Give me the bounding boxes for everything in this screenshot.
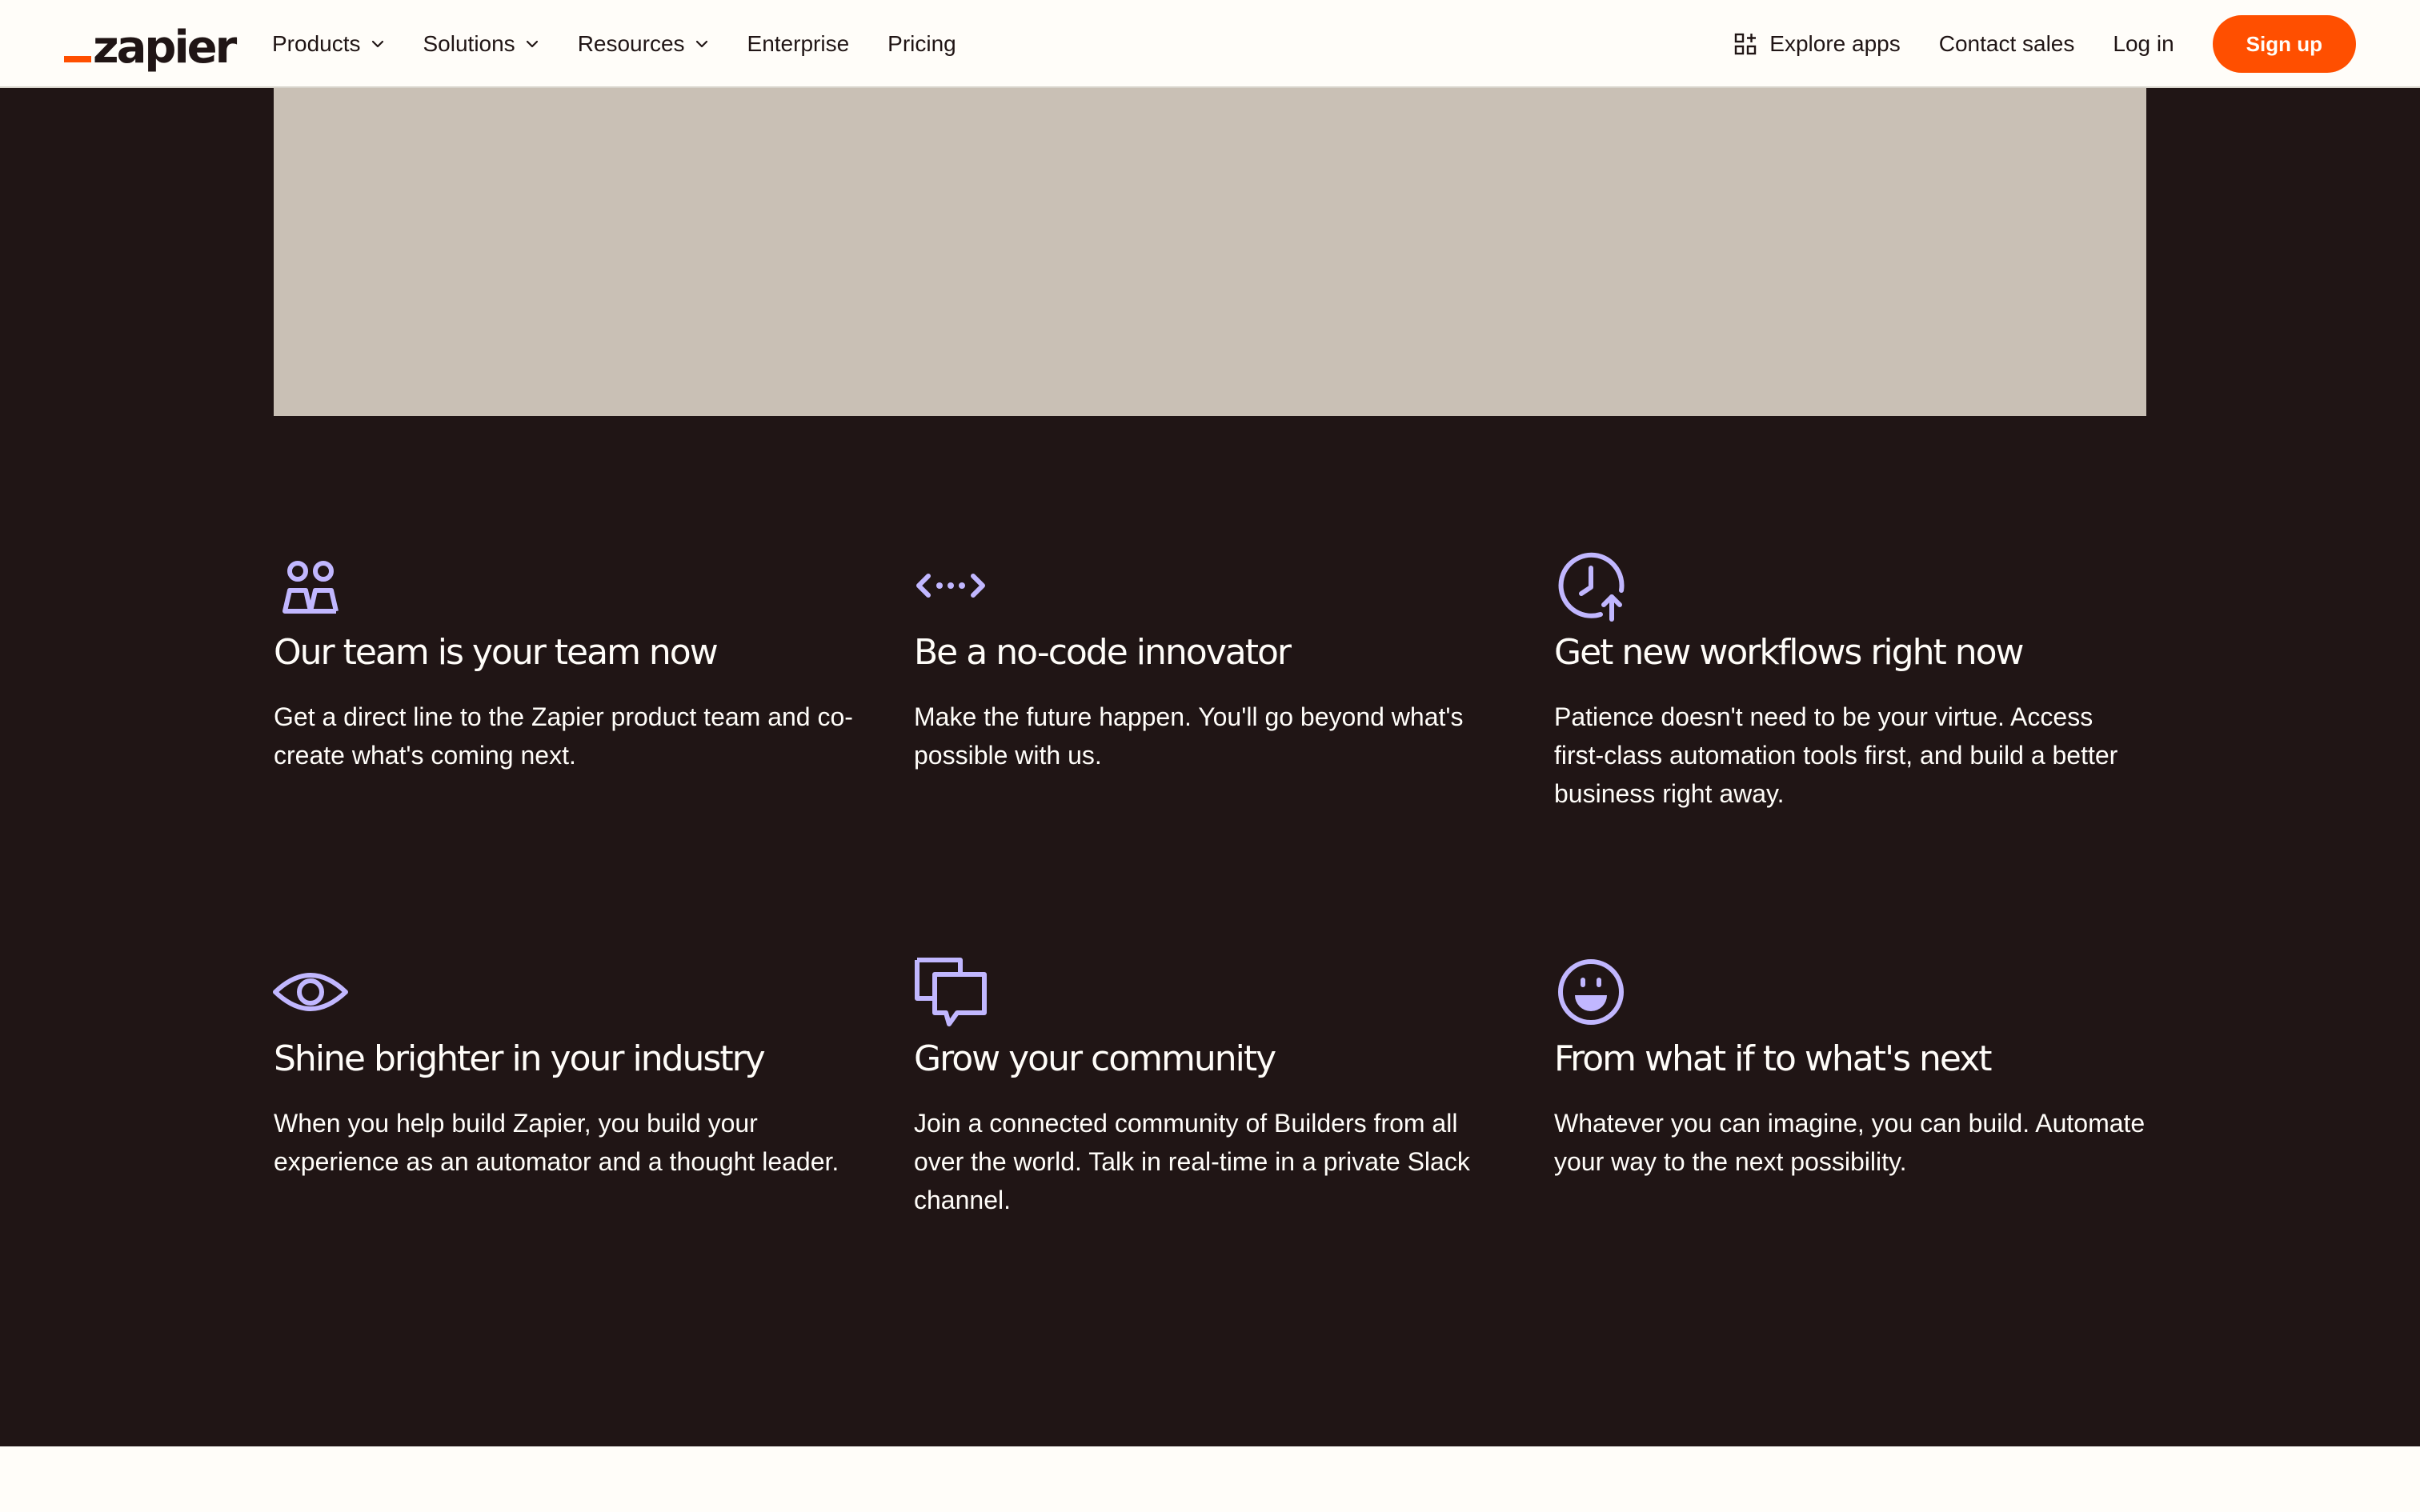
feature-description: Whatever you can imagine, you can build.…	[1554, 1109, 2146, 1176]
feature-card: Our team is your team now Get a direct l…	[274, 546, 882, 774]
site-header: zapier Products Solutions Resources Ente…	[0, 0, 2420, 88]
chevron-down-icon	[526, 40, 538, 48]
feature-card: From what if to what's next Whatever you…	[1554, 952, 2162, 1181]
feature-card: Grow your community Join a connected com…	[914, 952, 1522, 1219]
feature-description: Get a direct line to the Zapier product …	[274, 702, 853, 770]
feature-description: Join a connected community of Builders f…	[914, 1109, 1470, 1214]
feature-description: Make the future happen. You'll go beyond…	[914, 702, 1464, 770]
header-actions: Explore apps Contact sales Log in Sign u…	[1734, 0, 2356, 88]
nav-resources-label: Resources	[577, 31, 685, 56]
feature-description: Patience doesn't need to be your virtue.…	[1554, 702, 2118, 808]
nav-products[interactable]: Products	[272, 31, 385, 57]
feature-title: From what if to what's next	[1554, 1038, 1993, 1079]
clock-arrow-icon	[1558, 552, 1625, 622]
eye-icon	[273, 973, 348, 1011]
team-icon	[282, 561, 339, 614]
apps-grid-icon	[1735, 33, 1757, 55]
main-nav: Products Solutions Resources Enterprise …	[272, 0, 995, 88]
feature-card: Be a no-code innovator Make the future h…	[914, 546, 1522, 774]
feature-description: When you help build Zapier, you build yo…	[274, 1109, 839, 1176]
code-icon	[916, 574, 985, 598]
feature-title: Grow your community	[914, 1038, 1276, 1079]
zapier-logo[interactable]: zapier	[64, 14, 237, 74]
page-bottom-strip	[0, 1446, 2420, 1512]
feature-title: Be a no-code innovator	[914, 632, 1292, 673]
chat-icon	[915, 958, 987, 1026]
chevron-down-icon	[371, 40, 383, 48]
nav-solutions-label: Solutions	[423, 31, 515, 56]
chevron-down-icon	[695, 40, 707, 48]
nav-solutions[interactable]: Solutions	[423, 31, 539, 57]
feature-title: Our team is your team now	[274, 632, 719, 673]
logo-dash	[64, 56, 91, 62]
explore-apps-link[interactable]: Explore apps	[1734, 31, 1901, 57]
feature-title: Get new workflows right now	[1554, 632, 2025, 673]
nav-resources[interactable]: Resources	[578, 31, 709, 57]
smiley-icon	[1558, 959, 1624, 1025]
nav-pricing[interactable]: Pricing	[887, 31, 956, 57]
sign-up-button[interactable]: Sign up	[2212, 15, 2356, 73]
feature-title: Shine brighter in your industry	[274, 1038, 766, 1079]
nav-products-label: Products	[272, 31, 361, 56]
feature-card: Get new workflows right now Patience doe…	[1554, 546, 2162, 813]
nav-enterprise[interactable]: Enterprise	[747, 31, 850, 57]
contact-sales-link[interactable]: Contact sales	[1939, 31, 2075, 57]
logo-wordmark: zapier	[93, 22, 237, 74]
explore-apps-label: Explore apps	[1769, 31, 1901, 56]
hero-media-placeholder	[274, 88, 2146, 416]
log-in-link[interactable]: Log in	[2113, 31, 2174, 57]
feature-card: Shine brighter in your industry When you…	[273, 952, 882, 1181]
features-section: Our team is your team now Get a direct l…	[0, 88, 2420, 1446]
